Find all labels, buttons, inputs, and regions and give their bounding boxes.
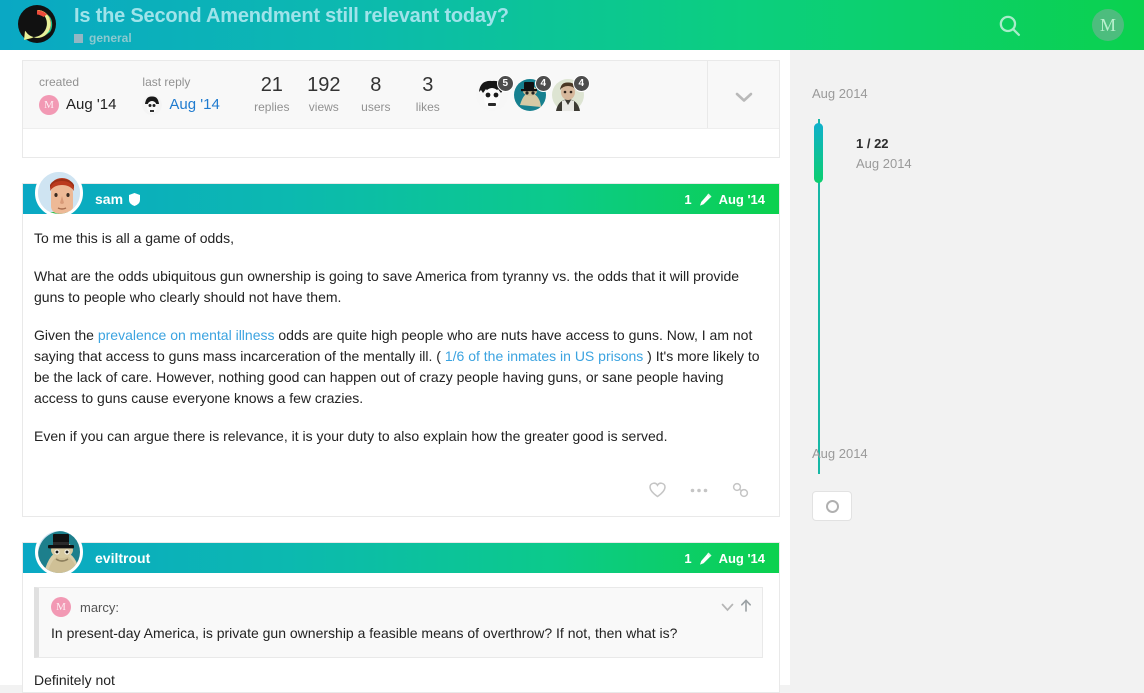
timeline-scrubber-handle[interactable] xyxy=(814,123,823,183)
category-label: general xyxy=(89,31,132,45)
last-reply-label: last reply xyxy=(142,74,191,89)
reply-paragraph: Definitely not xyxy=(34,672,115,688)
quote-block: M marcy: In present-day America, is priv… xyxy=(34,587,763,658)
post-author-avatar[interactable] xyxy=(35,169,83,217)
chevron-down-icon[interactable] xyxy=(721,600,734,615)
category-color-swatch xyxy=(74,33,83,43)
search-icon[interactable] xyxy=(997,13,1022,38)
post-header: sam 1 Aug '14 xyxy=(23,184,779,214)
topic-timeline: Aug 2014 1 / 22 Aug 2014 Aug 2014 xyxy=(790,50,1144,685)
quote-text: In present-day America, is private gun o… xyxy=(51,625,678,641)
topic-participants: 5 4 4 xyxy=(475,61,590,128)
page-body: created M Aug '14 last reply Aug '14 21 … xyxy=(0,50,1144,693)
mental-illness-link[interactable]: prevalence on mental illness xyxy=(98,327,275,343)
stat-users: 8 users xyxy=(350,61,402,128)
stat-views: 192 views xyxy=(298,61,350,128)
pencil-icon[interactable] xyxy=(699,552,712,565)
shield-icon xyxy=(129,192,141,206)
post-2: eviltrout 1 Aug '14 M marcy: In present-… xyxy=(22,528,780,693)
post-date: Aug '14 xyxy=(718,550,765,566)
post-date: Aug '14 xyxy=(718,191,765,207)
timeline-start-date: Aug 2014 xyxy=(812,86,868,101)
timeline-inner: Aug 2014 1 / 22 Aug 2014 Aug 2014 xyxy=(812,86,1112,521)
chevron-down-icon xyxy=(735,90,753,102)
topic-notification-button[interactable] xyxy=(812,491,852,521)
created-date: Aug '14 xyxy=(66,96,117,113)
participant-post-count: 5 xyxy=(496,74,514,92)
header-actions: M xyxy=(997,9,1124,41)
views-label: views xyxy=(308,100,339,114)
post-author-name[interactable]: eviltrout xyxy=(95,550,150,566)
timeline-position: 1 / 22 xyxy=(856,136,889,151)
paragraph: Even if you can argue there is relevance… xyxy=(34,428,668,444)
users-count: 8 xyxy=(370,74,382,96)
post-author-name[interactable]: sam xyxy=(95,191,141,207)
participant-avatar[interactable]: 5 xyxy=(475,74,514,111)
replies-count: 21 xyxy=(260,74,283,96)
likes-label: likes xyxy=(415,100,440,114)
current-user-avatar[interactable]: M xyxy=(1092,9,1124,41)
post-meta: 1 Aug '14 xyxy=(684,551,765,566)
created-label: created xyxy=(39,74,80,89)
timeline-end-date: Aug 2014 xyxy=(812,446,868,461)
stat-replies: 21 replies xyxy=(246,61,298,128)
replies-label: replies xyxy=(254,100,290,114)
post-actions xyxy=(23,480,779,516)
quote-author-name: marcy: xyxy=(80,599,119,615)
logo-link[interactable] xyxy=(12,0,62,50)
topic-column: created M Aug '14 last reply Aug '14 21 … xyxy=(0,50,790,693)
circle-icon xyxy=(825,499,839,513)
post-number: 1 xyxy=(684,191,692,207)
created-by-avatar[interactable]: M xyxy=(39,94,59,115)
post-content: M marcy: In present-day America, is priv… xyxy=(23,573,779,692)
topic-map: created M Aug '14 last reply Aug '14 21 … xyxy=(22,60,780,158)
post-author-avatar[interactable] xyxy=(35,528,83,576)
expand-topic-map-button[interactable] xyxy=(707,61,779,128)
last-reply-date[interactable]: Aug '14 xyxy=(169,96,219,113)
site-header: Is the Second Amendment still relevant t… xyxy=(0,0,1144,50)
participant-post-count: 4 xyxy=(534,74,552,92)
hamburger-menu-icon[interactable] xyxy=(1044,16,1070,35)
participant-avatar[interactable]: 4 xyxy=(513,74,552,111)
topic-content: created M Aug '14 last reply Aug '14 21 … xyxy=(22,50,780,693)
paragraph: What are the odds ubiquitous gun ownersh… xyxy=(34,268,740,305)
users-label: users xyxy=(361,100,391,114)
topic-last-reply-info: last reply Aug '14 xyxy=(142,61,245,128)
author-username: eviltrout xyxy=(95,550,151,566)
page-title: Is the Second Amendment still relevant t… xyxy=(74,5,509,27)
participant-post-count: 4 xyxy=(572,74,590,92)
share-button[interactable] xyxy=(731,480,751,500)
discourse-logo-icon xyxy=(16,4,58,46)
post-content: To me this is all a game of odds, What a… xyxy=(23,214,779,468)
like-button[interactable] xyxy=(647,480,667,500)
post-1: sam 1 Aug '14 To me this is all a game o… xyxy=(22,169,780,517)
paragraph: To me this is all a game of odds, xyxy=(34,230,234,246)
likes-count: 3 xyxy=(422,74,434,96)
quote-header: M marcy: xyxy=(39,588,762,623)
category-link[interactable]: general xyxy=(74,32,509,44)
last-reply-avatar[interactable] xyxy=(142,94,163,115)
quote-author-avatar[interactable]: M xyxy=(51,597,71,617)
text-fragment: Given the xyxy=(34,327,98,343)
post-number: 1 xyxy=(684,550,692,566)
quote-controls xyxy=(721,599,752,615)
paragraph: Given the prevalence on mental illness o… xyxy=(34,325,763,409)
author-username: sam xyxy=(95,191,124,207)
us-prisons-link[interactable]: 1/6 of the inmates in US prisons xyxy=(445,348,643,364)
participant-avatar[interactable]: 4 xyxy=(551,74,590,111)
pencil-icon[interactable] xyxy=(699,193,712,206)
show-more-actions-button[interactable] xyxy=(689,480,709,500)
topic-created-info: created M Aug '14 xyxy=(39,61,142,128)
post-header: eviltrout 1 Aug '14 xyxy=(23,543,779,573)
stat-likes: 3 likes xyxy=(402,61,454,128)
arrow-up-icon[interactable] xyxy=(740,599,752,615)
header-title-block: Is the Second Amendment still relevant t… xyxy=(74,6,509,44)
timeline-current-date: Aug 2014 xyxy=(856,156,912,171)
post-meta: 1 Aug '14 xyxy=(684,192,765,207)
views-count: 192 xyxy=(307,74,341,96)
